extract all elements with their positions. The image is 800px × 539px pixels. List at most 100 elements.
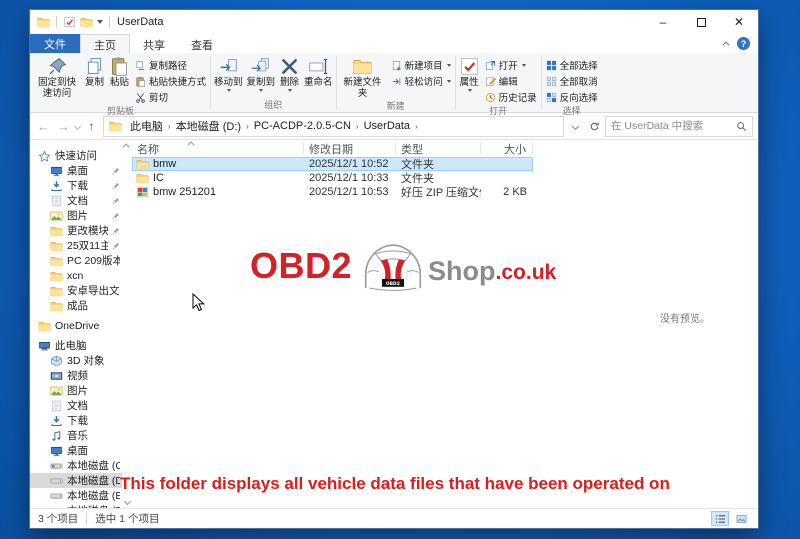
properties-button[interactable]: 属性 — [457, 54, 482, 92]
copy-button[interactable]: 复制 — [82, 54, 107, 89]
logo-obd2-text: OBD2 — [250, 245, 352, 287]
sidebar-item-5[interactable]: 更改模块清单】 — [30, 223, 122, 238]
invert-selection-button[interactable]: 反向选择 — [546, 90, 598, 104]
sidebar-item-18[interactable]: 音乐 — [30, 428, 122, 443]
sidebar-item-1[interactable]: 桌面 — [30, 163, 122, 178]
new-folder-icon[interactable] — [80, 16, 93, 28]
sidebar-item-2[interactable]: 下载 — [30, 178, 122, 193]
pin-to-quick-access-button[interactable]: 固定到快速访问 — [32, 54, 82, 99]
move-to-button[interactable]: 移动到 — [212, 54, 245, 92]
large-icons-view-button[interactable] — [732, 511, 750, 526]
scroll-up-icon[interactable] — [122, 143, 129, 150]
file-row-0[interactable]: bmw2025/12/1 10:52文件夹 — [132, 157, 533, 171]
sidebar-item-12[interactable]: 此电脑 — [30, 338, 122, 353]
tab-share[interactable]: 共享 — [130, 34, 178, 53]
sidebar-item-3[interactable]: 文档 — [30, 193, 122, 208]
qat-dropdown-icon[interactable] — [97, 20, 103, 24]
select-none-icon — [546, 76, 557, 87]
column-header-type[interactable]: 类型 — [396, 142, 481, 155]
sidebar-item-20[interactable]: 本地磁盘 (C:) — [30, 458, 122, 473]
sidebar-item-10[interactable]: 成品 — [30, 298, 122, 313]
history-button[interactable]: 历史记录 — [485, 90, 537, 104]
sidebar-item-9[interactable]: 安卓导出文件 — [30, 283, 122, 298]
paste-shortcut-button[interactable]: 粘贴快捷方式 — [135, 74, 206, 88]
select-none-button[interactable]: 全部取消 — [546, 74, 598, 88]
sidebar-item-label: 本地磁盘 (C:) — [67, 458, 120, 473]
scroll-down-icon[interactable] — [123, 498, 130, 505]
move-to-icon — [218, 56, 239, 77]
delete-button[interactable]: 删除 — [277, 54, 302, 92]
sidebar-item-23[interactable]: 本地磁盘 (F:) — [30, 503, 122, 508]
sidebar-item-19[interactable]: 桌面 — [30, 443, 122, 458]
sidebar-item-7[interactable]: PC 209版本文件 — [30, 253, 122, 268]
maximize-button[interactable] — [682, 10, 720, 34]
back-icon[interactable]: ← — [35, 119, 52, 134]
refresh-icon[interactable] — [586, 121, 602, 132]
ribbon-tabs: 文件 主页 共享 查看 ? — [30, 34, 758, 53]
column-header-name[interactable]: 名称 — [132, 142, 304, 155]
select-all-button[interactable]: 全部选择 — [546, 58, 598, 72]
cut-button[interactable]: 剪切 — [135, 90, 206, 104]
tab-view[interactable]: 查看 — [178, 34, 226, 53]
column-header-size[interactable]: 大小 — [481, 142, 533, 155]
breadcrumb-item-2[interactable]: PC-ACDP-2.0.5-CN — [250, 120, 355, 132]
sidebar-item-15[interactable]: 图片 — [30, 383, 122, 398]
easy-access-button[interactable]: 轻松访问 — [391, 74, 451, 88]
sidebar-item-label: 文档 — [67, 193, 88, 208]
sidebar-item-14[interactable]: 视频 — [30, 368, 122, 383]
ribbon: 固定到快速访问 复制 粘贴 复制路径 粘贴 — [30, 53, 758, 113]
sidebar-item-label: 25双11主图 — [67, 238, 108, 253]
breadcrumb-separator[interactable]: › — [414, 122, 419, 131]
history-dropdown-icon[interactable] — [74, 122, 81, 129]
breadcrumb[interactable]: 此电脑›本地磁盘 (D:)›PC-ACDP-2.0.5-CN›UserData› — [103, 116, 564, 137]
sidebar-item-21[interactable]: 本地磁盘 (D:) — [30, 473, 122, 488]
tab-file[interactable]: 文件 — [30, 34, 80, 53]
sidebar-item-4[interactable]: 图片 — [30, 208, 122, 223]
help-icon[interactable]: ? — [737, 37, 750, 50]
sidebar-item-0[interactable]: 快速访问 — [30, 148, 122, 163]
paste-button[interactable]: 粘贴 — [107, 54, 132, 89]
copy-to-button[interactable]: 复制到 — [245, 54, 278, 92]
file-row-1[interactable]: IC2025/12/1 10:33文件夹 — [132, 171, 533, 185]
forward-icon[interactable]: → — [55, 119, 72, 134]
copy-to-icon — [250, 56, 271, 77]
sidebar-item-17[interactable]: 下载 — [30, 413, 122, 428]
sidebar-item-label: 视频 — [67, 368, 88, 383]
sidebar-item-22[interactable]: 本地磁盘 (E:) — [30, 488, 122, 503]
divider — [210, 56, 211, 110]
copy-path-button[interactable]: 复制路径 — [135, 58, 206, 72]
up-icon[interactable]: ↑ — [83, 119, 100, 133]
sidebar-item-label: 本地磁盘 (E:) — [67, 488, 120, 503]
folder-icon[interactable] — [37, 16, 50, 28]
sidebar-item-8[interactable]: xcn — [30, 268, 122, 283]
breadcrumb-item-1[interactable]: 本地磁盘 (D:) — [172, 118, 245, 134]
collapse-ribbon-icon[interactable] — [723, 41, 730, 48]
open-button[interactable]: 打开 — [485, 58, 537, 72]
sidebar-item-11[interactable]: OneDrive — [30, 318, 122, 333]
new-item-button[interactable]: 新建项目 — [391, 58, 451, 72]
sidebar-item-6[interactable]: 25双11主图 — [30, 238, 122, 253]
sidebar-item-label: 下载 — [67, 178, 88, 193]
sidebar-item-label: 快速访问 — [55, 148, 97, 163]
open-icon — [485, 60, 496, 71]
dropdown-icon — [447, 64, 451, 67]
column-header-date[interactable]: 修改日期 — [304, 142, 396, 155]
file-row-2[interactable]: bmw 2512012025/12/1 10:53好压 ZIP 压缩文件2 KB — [132, 185, 533, 199]
close-button[interactable]: ✕ — [720, 10, 758, 34]
new-folder-button[interactable]: 新建文件夹 — [338, 54, 388, 99]
sidebar-scrollbar[interactable] — [122, 140, 132, 508]
ribbon-group-select: 全部选择 全部取消 反向选择 选择 — [543, 54, 601, 112]
search-input[interactable] — [611, 120, 732, 132]
rename-button[interactable]: 重命名 — [302, 54, 335, 89]
address-dropdown-icon[interactable] — [567, 124, 583, 129]
breadcrumb-item-3[interactable]: UserData — [360, 120, 414, 132]
breadcrumb-item-0[interactable]: 此电脑 — [126, 118, 167, 134]
search-icon[interactable] — [736, 121, 747, 132]
edit-button[interactable]: 编辑 — [485, 74, 537, 88]
details-view-button[interactable] — [711, 511, 729, 526]
sidebar-item-16[interactable]: 文档 — [30, 398, 122, 413]
sidebar-item-13[interactable]: 3D 对象 — [30, 353, 122, 368]
properties-icon[interactable] — [63, 16, 76, 28]
minimize-button[interactable]: – — [644, 10, 682, 34]
tab-home[interactable]: 主页 — [80, 34, 130, 53]
